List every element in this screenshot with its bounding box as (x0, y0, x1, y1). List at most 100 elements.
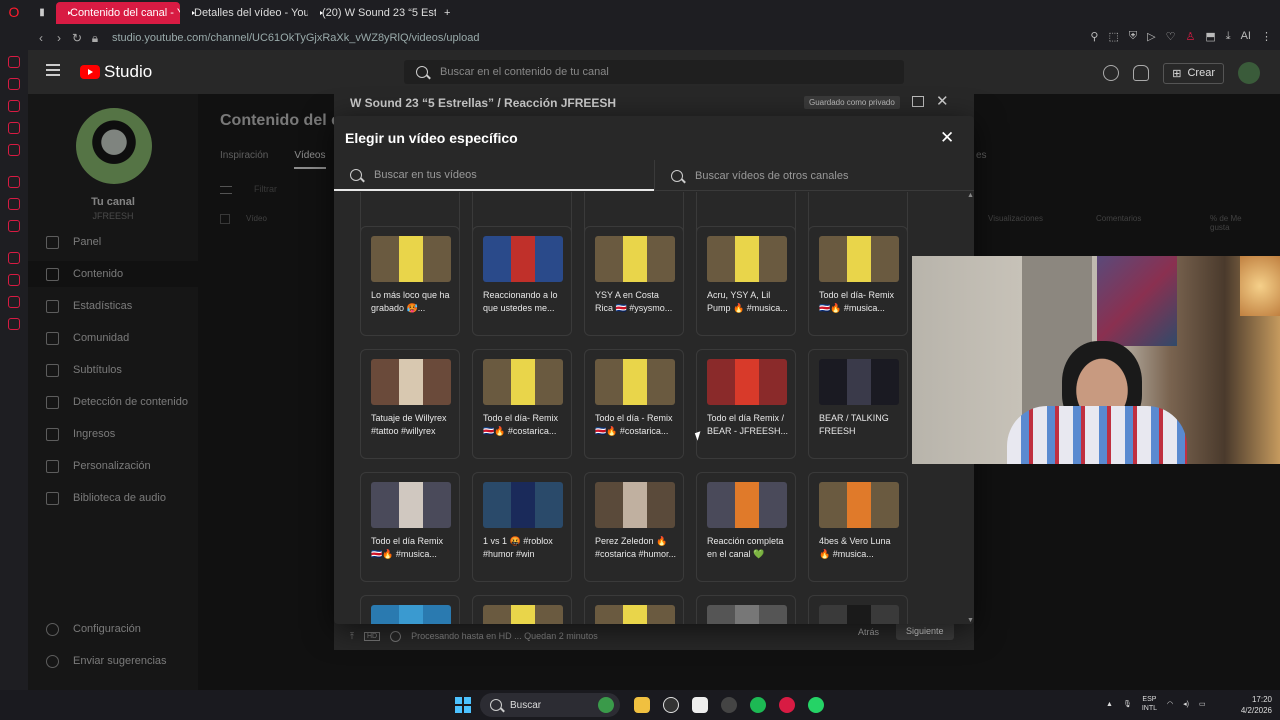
thumbnail-frame (735, 236, 759, 282)
video-card[interactable]: Todo el día Remix 🇨🇷🔥 #musica... (360, 472, 460, 582)
video-card[interactable]: 1 vs 1 🤬 #roblox #humor #win (472, 472, 572, 582)
tray-expand-icon[interactable]: ▲ (1106, 701, 1113, 708)
opera-logo-icon[interactable]: O (0, 0, 28, 24)
history-icon[interactable] (8, 78, 20, 90)
play-icon[interactable]: ▷ (1147, 30, 1155, 43)
create-button[interactable]: ⊞ Crear (1163, 62, 1224, 84)
clock[interactable]: 17:20 4/2/2026 (1232, 694, 1272, 716)
messenger-icon[interactable] (8, 56, 20, 68)
video-card[interactable] (472, 595, 572, 624)
discord-icon[interactable] (8, 220, 20, 232)
video-card[interactable] (360, 595, 460, 624)
app-icon[interactable] (663, 697, 679, 713)
forward-icon[interactable]: › (50, 31, 68, 45)
chat-icon[interactable] (8, 122, 20, 134)
taskbar-search-label: Buscar (510, 699, 542, 711)
video-thumbnail (483, 359, 563, 405)
back-button[interactable]: Atrás (858, 627, 879, 637)
menu-icon[interactable]: ⋮ (1261, 30, 1272, 43)
microphone-icon[interactable]: 🎙︎ (1123, 700, 1132, 708)
upload-dialog-title: W Sound 23 “5 Estrellas” / Reacción JFRE… (350, 96, 617, 110)
windows-taskbar: Buscar ▲ 🎙︎ ESP INTL ◠ ◂) ▭ 17:20 4/2/2026 (0, 690, 1280, 720)
wifi-icon[interactable]: ◠ (1167, 700, 1173, 708)
spotify-icon[interactable] (8, 252, 20, 264)
windows-start-icon[interactable] (455, 697, 471, 713)
steelseries-icon[interactable] (721, 697, 737, 713)
account-avatar[interactable] (1238, 62, 1260, 84)
upload-close-icon[interactable]: ✕ (936, 92, 949, 110)
whatsapp-icon[interactable] (808, 697, 824, 713)
reload-icon[interactable]: ↻ (68, 31, 86, 45)
notifications-icon[interactable] (1133, 65, 1150, 81)
video-card[interactable] (584, 595, 684, 624)
studio-logo[interactable]: Studio (80, 62, 152, 82)
video-title: 1 vs 1 🤬 #roblox #humor #win (483, 536, 553, 559)
heart-icon[interactable]: ♡ (1166, 30, 1176, 43)
settings-sidebar-icon[interactable] (8, 318, 20, 330)
video-card[interactable]: Todo el día - Remix 🇨🇷🔥 #costarica... (584, 349, 684, 459)
video-card[interactable]: Todo el día- Remix 🇨🇷🔥 #musica... (808, 226, 908, 336)
tab-strip: O ▮ Contenido del canal - YouT Detalles … (0, 0, 1280, 24)
video-card[interactable]: BEAR / TALKING FREESH (808, 349, 908, 459)
x-icon[interactable] (8, 198, 20, 210)
extensions-icon[interactable]: ⬒ (1205, 30, 1215, 43)
video-card[interactable]: Todo el día Remix / BEAR - JFREESH... (696, 349, 796, 459)
whatsapp-icon[interactable] (8, 296, 20, 308)
battery-icon[interactable]: ▭ (1199, 700, 1206, 708)
webcam-poster (1097, 256, 1177, 346)
video-card[interactable] (808, 595, 908, 624)
video-card[interactable]: 4bes & Vero Luna 🔥 #musica... (808, 472, 908, 582)
instagram-icon[interactable] (8, 274, 20, 286)
next-button[interactable]: Siguiente (896, 622, 954, 640)
workspace-icon[interactable]: ▮ (28, 0, 56, 24)
twitch-icon[interactable] (8, 176, 20, 188)
address-bar: ‹ › ↻ 🔒︎ studio.youtube.com/channel/UC61… (0, 26, 1280, 50)
spotify-icon[interactable] (750, 697, 766, 713)
back-icon[interactable]: ‹ (32, 31, 50, 45)
tab-w-sound[interactable]: (20) W Sound 23 “5 Estrellas (308, 2, 436, 24)
shield-icon[interactable]: ⛨ (1129, 30, 1137, 43)
video-card[interactable]: Tatuaje de Willyrex #tattoo #willyrex (360, 349, 460, 459)
volume-icon[interactable]: ◂) (1183, 700, 1189, 708)
capcut-icon[interactable] (692, 697, 708, 713)
mail-icon[interactable] (8, 144, 20, 156)
choose-video-modal: Elegir un vídeo específico ✕ Buscar en t… (334, 116, 974, 624)
video-card[interactable]: YSY A en Costa Rica 🇨🇷 #ysysmo... (584, 226, 684, 336)
thumbnail-frame (847, 605, 871, 624)
thumbnail-frame (847, 482, 871, 528)
ai-icon[interactable]: AI (1241, 30, 1251, 43)
wallet-icon[interactable]: ♙ (1185, 30, 1195, 43)
search-own-videos-input[interactable]: Buscar en tus vídeos (334, 160, 654, 191)
hamburger-menu-icon[interactable] (46, 64, 60, 76)
help-icon[interactable] (1103, 65, 1120, 81)
language-indicator[interactable]: ESP INTL (1142, 695, 1157, 713)
tab-contenido[interactable]: Contenido del canal - YouT (56, 2, 180, 24)
video-card[interactable]: Acru, YSY A, Lil Pump 🔥 #musica... (696, 226, 796, 336)
file-explorer-icon[interactable] (634, 697, 650, 713)
taskbar-search[interactable]: Buscar (480, 693, 620, 717)
thumbnail-frame (511, 236, 535, 282)
video-card[interactable]: Reacción completa en el canal 💚 (696, 472, 796, 582)
url-field[interactable]: studio.youtube.com/channel/UC61OkTyGjxRa… (112, 32, 479, 44)
opera-icon[interactable] (779, 697, 795, 713)
search-other-channels-input[interactable]: Buscar vídeos de otros canales (654, 160, 974, 191)
pin-icon[interactable]: ⚲ (1090, 30, 1098, 43)
youtube-logo-icon (80, 65, 100, 79)
channel-search-input[interactable]: Buscar en el contenido de tu canal (404, 60, 904, 84)
download-icon[interactable]: ⤓ (1226, 30, 1231, 43)
search-other-placeholder: Buscar vídeos de otros canales (695, 169, 849, 182)
tab-detalles[interactable]: Detalles del vídeo - YouTu (180, 2, 308, 24)
snapshot-icon[interactable]: ⬚ (1108, 30, 1118, 43)
video-card[interactable]: Reaccionando a lo que ustedes me... (472, 226, 572, 336)
video-card[interactable]: Lo más loco que ha grabado 🥵... (360, 226, 460, 336)
video-card[interactable]: Todo el día- Remix 🇨🇷🔥 #costarica... (472, 349, 572, 459)
bookmarks-icon[interactable] (8, 100, 20, 112)
video-card[interactable] (696, 595, 796, 624)
new-tab-button[interactable]: + (436, 2, 458, 24)
feedback-icon[interactable] (912, 96, 924, 107)
video-card[interactable]: Perez Zeledon 🔥 #costarica #humor... (584, 472, 684, 582)
scroll-up-icon[interactable]: ▲ (967, 192, 974, 199)
webcam-shirt (1007, 406, 1187, 464)
close-icon[interactable]: ✕ (940, 128, 954, 148)
scroll-down-icon[interactable]: ▼ (967, 617, 974, 624)
